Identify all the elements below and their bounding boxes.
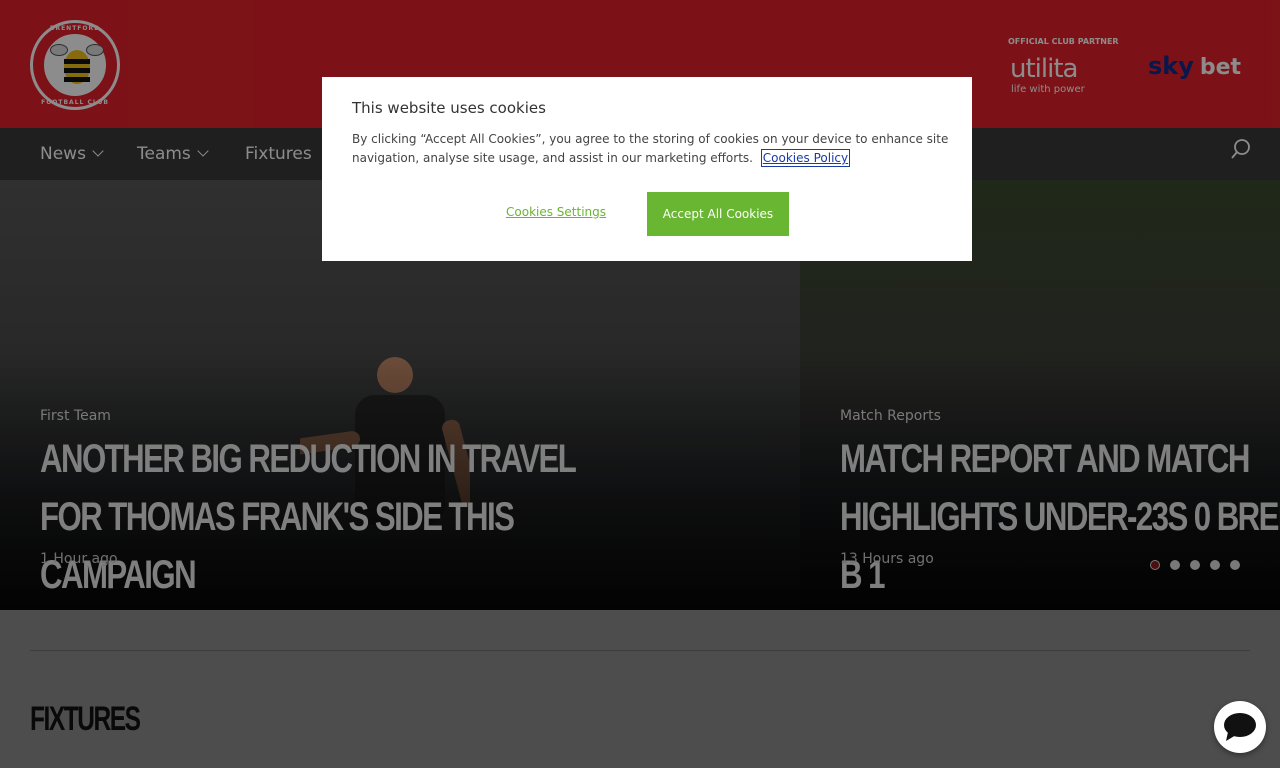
chat-bubble-icon — [1224, 713, 1256, 741]
cookie-consent-dialog: This website uses cookies By clicking “A… — [322, 77, 972, 261]
cookies-settings-button[interactable]: Cookies Settings — [506, 205, 606, 219]
cookie-body-text: By clicking “Accept All Cookies”, you ag… — [352, 132, 949, 165]
cookie-title: This website uses cookies — [352, 99, 546, 117]
cookies-policy-link[interactable]: Cookies Policy — [760, 149, 851, 167]
accept-all-cookies-button[interactable]: Accept All Cookies — [647, 192, 789, 236]
cookie-body: By clicking “Accept All Cookies”, you ag… — [352, 130, 952, 168]
chat-button[interactable] — [1214, 701, 1266, 753]
